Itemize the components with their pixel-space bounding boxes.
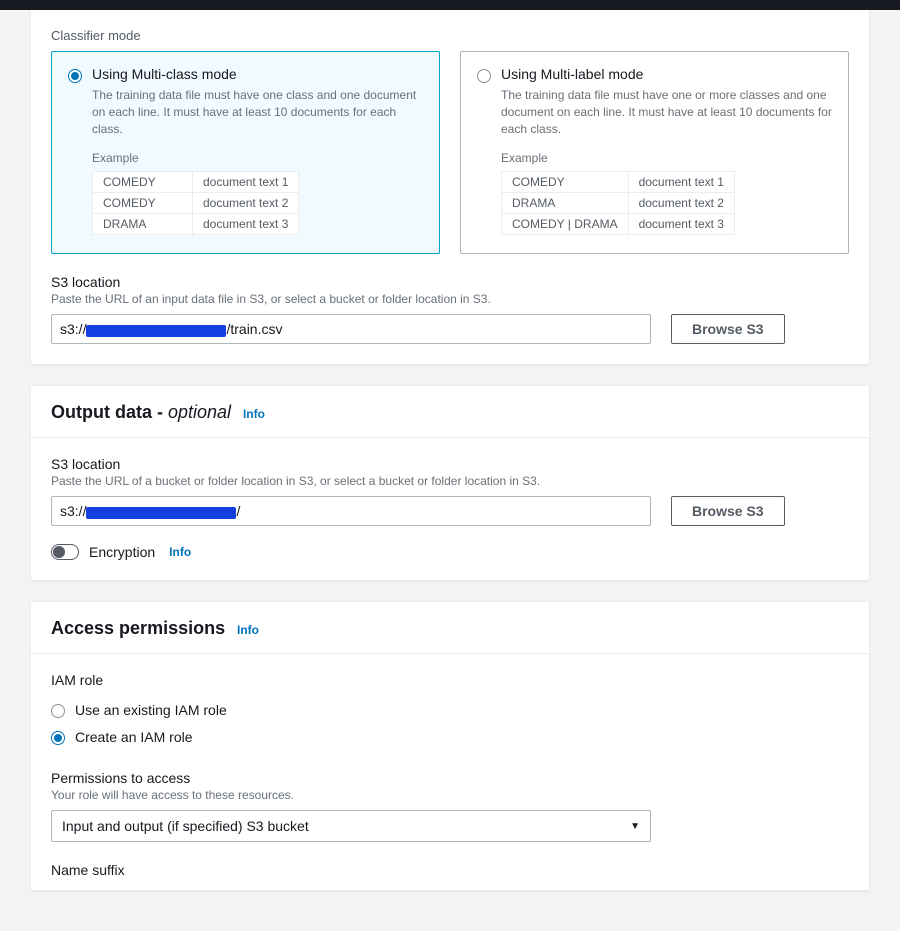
multi-class-example-label: Example <box>92 151 423 165</box>
output-info-link[interactable]: Info <box>243 407 265 421</box>
existing-iam-role-radio[interactable] <box>51 704 65 718</box>
multi-label-title: Using Multi-label mode <box>501 66 643 82</box>
permissions-label: Permissions to access <box>51 770 849 786</box>
access-permissions-panel: Access permissions Info IAM role Use an … <box>30 601 870 891</box>
top-nav-bar <box>0 0 900 10</box>
table-row: DRAMAdocument text 2 <box>502 193 735 214</box>
multi-class-desc: The training data file must have one cla… <box>92 87 423 137</box>
output-s3-field[interactable] <box>51 496 651 526</box>
output-browse-s3-button[interactable]: Browse S3 <box>671 496 785 526</box>
multi-class-tile[interactable]: Using Multi-class mode The training data… <box>51 51 440 254</box>
permissions-select[interactable]: Input and output (if specified) S3 bucke… <box>51 810 651 842</box>
input-s3-hint: Paste the URL of an input data file in S… <box>51 292 849 306</box>
access-info-link[interactable]: Info <box>237 623 259 637</box>
create-iam-role-radio[interactable] <box>51 731 65 745</box>
table-row: COMEDYdocument text 2 <box>93 193 299 214</box>
output-s3-label: S3 location <box>51 456 849 472</box>
multi-label-tile[interactable]: Using Multi-label mode The training data… <box>460 51 849 254</box>
table-row: COMEDY | DRAMAdocument text 3 <box>502 214 735 235</box>
create-iam-role-label: Create an IAM role <box>75 729 193 745</box>
multi-class-example-table: COMEDYdocument text 1 COMEDYdocument tex… <box>92 171 299 235</box>
iam-role-label: IAM role <box>51 672 849 688</box>
name-suffix-label: Name suffix <box>51 862 849 878</box>
encryption-info-link[interactable]: Info <box>169 545 191 559</box>
multi-class-title: Using Multi-class mode <box>92 66 237 82</box>
multi-label-radio[interactable] <box>477 69 491 83</box>
multi-class-radio[interactable] <box>68 69 82 83</box>
existing-iam-role-option[interactable]: Use an existing IAM role <box>51 696 849 723</box>
input-s3-field[interactable] <box>51 314 651 344</box>
output-data-panel: Output data - optional Info S3 location … <box>30 385 870 581</box>
output-s3-hint: Paste the URL of a bucket or folder loca… <box>51 474 849 488</box>
permissions-select-value: Input and output (if specified) S3 bucke… <box>62 818 309 834</box>
encryption-toggle[interactable] <box>51 544 79 560</box>
table-row: COMEDYdocument text 1 <box>502 172 735 193</box>
create-iam-role-option[interactable]: Create an IAM role <box>51 723 849 750</box>
access-permissions-title: Access permissions <box>51 618 225 638</box>
encryption-label: Encryption <box>89 544 155 560</box>
table-row: COMEDYdocument text 1 <box>93 172 299 193</box>
multi-label-example-table: COMEDYdocument text 1 DRAMAdocument text… <box>501 171 735 235</box>
table-row: DRAMAdocument text 3 <box>93 214 299 235</box>
existing-iam-role-label: Use an existing IAM role <box>75 702 227 718</box>
classifier-mode-panel: Classifier mode Using Multi-class mode T… <box>30 10 870 365</box>
classifier-mode-heading: Classifier mode <box>51 28 849 43</box>
input-browse-s3-button[interactable]: Browse S3 <box>671 314 785 344</box>
output-data-title: Output data - optional <box>51 402 231 422</box>
multi-label-example-label: Example <box>501 151 832 165</box>
permissions-hint: Your role will have access to these reso… <box>51 788 849 802</box>
chevron-down-icon: ▼ <box>630 821 640 832</box>
input-s3-label: S3 location <box>51 274 849 290</box>
multi-label-desc: The training data file must have one or … <box>501 87 832 137</box>
